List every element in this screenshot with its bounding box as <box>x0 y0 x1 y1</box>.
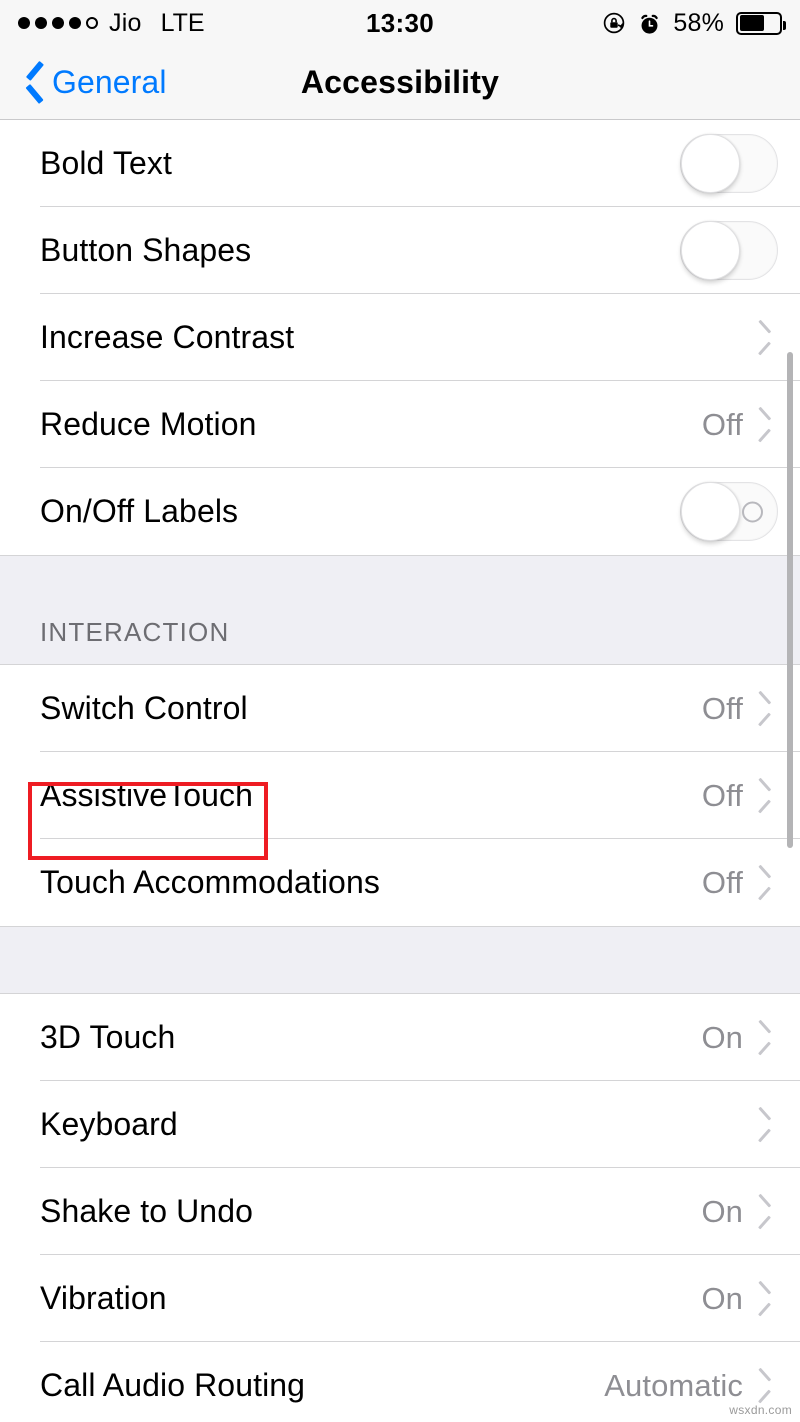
on-off-labels-toggle[interactable] <box>680 482 778 541</box>
chevron-right-icon <box>759 1025 774 1051</box>
chevron-right-icon <box>759 1112 774 1138</box>
chevron-right-icon <box>759 325 774 351</box>
battery-percent-label: 58% <box>673 8 724 37</box>
row-accessory: Off <box>702 778 778 814</box>
row-accessory <box>743 1112 778 1138</box>
row-value: Automatic <box>604 1367 743 1403</box>
row-accessory: Automatic <box>604 1368 778 1404</box>
chevron-right-icon <box>759 696 774 722</box>
section-header-interaction: INTERACTION <box>0 555 800 665</box>
row-value: Off <box>701 406 743 442</box>
row-label: Button Shapes <box>40 232 252 268</box>
settings-row-touch-accommodations[interactable]: Touch Accommodations Off <box>0 839 800 926</box>
signal-strength-icon <box>18 17 98 29</box>
bold-text-toggle[interactable] <box>680 134 778 193</box>
row-value: Off <box>701 777 743 813</box>
chevron-right-icon <box>759 1373 774 1399</box>
settings-row-assistivetouch[interactable]: AssistiveTouch Off <box>0 752 800 839</box>
row-label: Reduce Motion <box>40 406 257 442</box>
row-label: Shake to Undo <box>40 1193 254 1229</box>
settings-row-bold-text[interactable]: Bold Text <box>0 120 800 207</box>
row-value: Off <box>701 690 743 726</box>
settings-row-shake-to-undo[interactable]: Shake to Undo On <box>0 1168 800 1255</box>
settings-row-on-off-labels[interactable]: On/Off Labels <box>0 468 800 555</box>
row-accessory: On <box>701 1281 778 1317</box>
row-label: Touch Accommodations <box>40 864 380 900</box>
row-label: Increase Contrast <box>40 319 295 355</box>
chevron-left-icon <box>22 65 44 101</box>
chevron-right-icon <box>759 412 774 438</box>
alarm-clock-icon <box>638 12 661 35</box>
settings-section-vision: Bold Text Button Shapes Increase Contras… <box>0 120 800 555</box>
settings-list: Bold Text Button Shapes Increase Contras… <box>0 120 800 1422</box>
row-label: Bold Text <box>40 145 172 181</box>
settings-row-switch-control[interactable]: Switch Control Off <box>0 665 800 752</box>
row-accessory: On <box>701 1020 778 1056</box>
settings-row-reduce-motion[interactable]: Reduce Motion Off <box>0 381 800 468</box>
off-label-icon <box>742 501 763 522</box>
row-value: On <box>701 1019 743 1055</box>
settings-row-keyboard[interactable]: Keyboard <box>0 1081 800 1168</box>
row-accessory: On <box>701 1194 778 1230</box>
settings-section-interaction: Switch Control Off AssistiveTouch Off To… <box>0 665 800 926</box>
status-bar-left: Jio LTE <box>18 9 205 38</box>
navigation-bar: General Accessibility <box>0 46 800 120</box>
row-accessory: Off <box>702 691 778 727</box>
row-label: Vibration <box>40 1280 167 1316</box>
row-label: AssistiveTouch <box>40 777 254 813</box>
chevron-right-icon <box>759 870 774 896</box>
watermark: wsxdn.com <box>729 1403 792 1417</box>
settings-row-vibration[interactable]: Vibration On <box>0 1255 800 1342</box>
settings-row-increase-contrast[interactable]: Increase Contrast <box>0 294 800 381</box>
section-divider <box>0 926 800 994</box>
row-accessory: Off <box>702 865 778 901</box>
row-accessory <box>680 221 778 280</box>
row-label: Switch Control <box>40 690 248 726</box>
section-header-label: INTERACTION <box>40 617 230 647</box>
row-label: 3D Touch <box>40 1019 176 1055</box>
row-accessory <box>680 134 778 193</box>
row-value: Off <box>701 864 743 900</box>
scroll-indicator[interactable] <box>787 352 793 848</box>
button-shapes-toggle[interactable] <box>680 221 778 280</box>
settings-row-button-shapes[interactable]: Button Shapes <box>0 207 800 294</box>
iphone-accessibility-screen: Jio LTE 13:30 58% General Accessibility … <box>0 0 800 1422</box>
row-label: Call Audio Routing <box>40 1367 306 1403</box>
settings-section-touch-input: 3D Touch On Keyboard Shake to Undo On Vi… <box>0 994 800 1422</box>
row-accessory: Off <box>702 407 778 443</box>
chevron-right-icon <box>759 1286 774 1312</box>
carrier-label: Jio <box>109 8 142 37</box>
network-type-label: LTE <box>160 8 205 37</box>
chevron-right-icon <box>759 783 774 809</box>
row-accessory <box>743 325 778 351</box>
chevron-right-icon <box>759 1199 774 1225</box>
row-value: On <box>701 1193 743 1229</box>
row-label: Keyboard <box>40 1106 178 1142</box>
rotation-lock-icon <box>602 11 626 35</box>
row-accessory <box>680 482 778 541</box>
back-button[interactable]: General <box>0 64 167 101</box>
battery-icon <box>736 11 786 35</box>
settings-row-call-audio-routing[interactable]: Call Audio Routing Automatic <box>0 1342 800 1422</box>
status-bar-right: 58% <box>602 8 786 38</box>
settings-row-3d-touch[interactable]: 3D Touch On <box>0 994 800 1081</box>
status-bar: Jio LTE 13:30 58% <box>0 0 800 46</box>
row-value: On <box>701 1280 743 1316</box>
back-button-label: General <box>52 64 167 100</box>
row-label: On/Off Labels <box>40 493 239 529</box>
